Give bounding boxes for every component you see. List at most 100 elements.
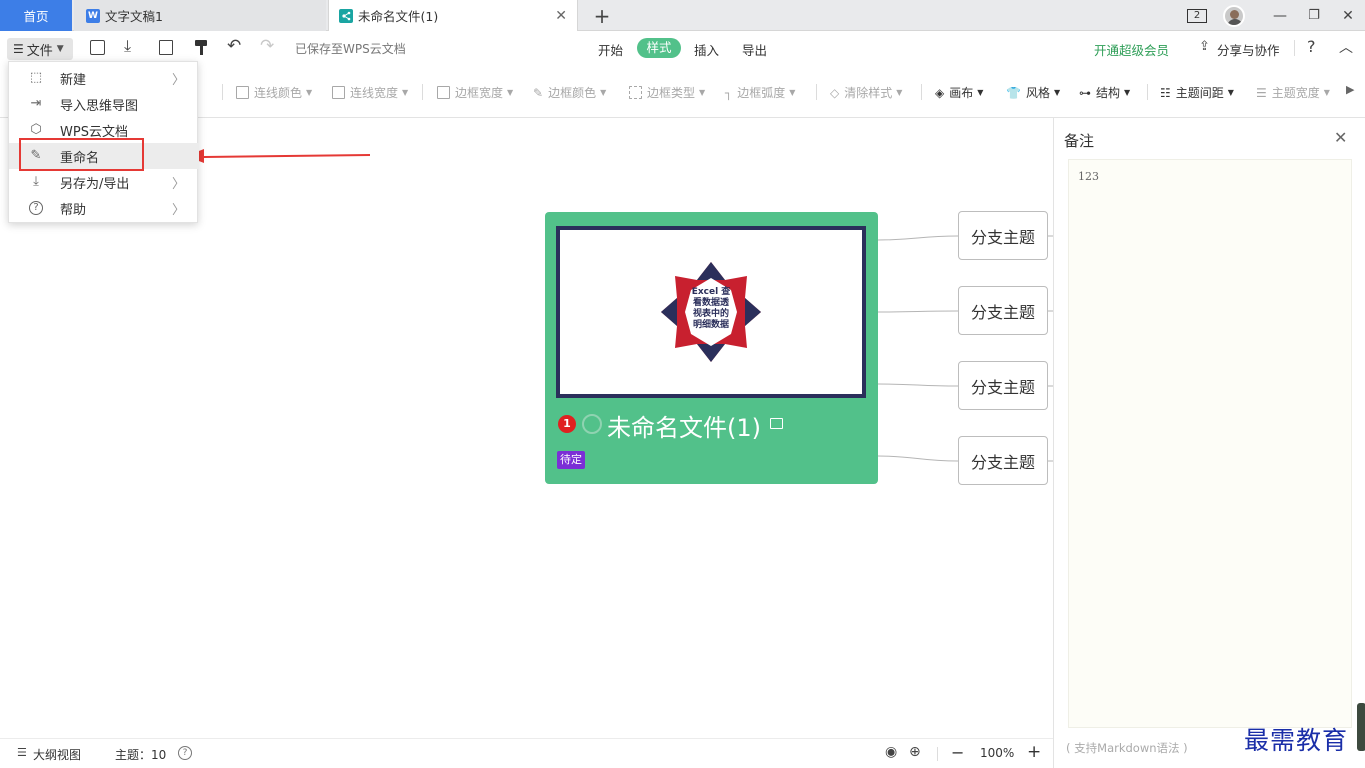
new-tab-button[interactable]: + <box>590 0 614 31</box>
eye-icon[interactable]: ◉ <box>885 744 897 760</box>
menu-item-label: WPS云文档 <box>60 124 128 140</box>
outline-icon: ☰ <box>17 746 27 759</box>
image-caption-line: 看数据透 <box>692 298 729 308</box>
ribbon-tab-insert[interactable]: 插入 <box>694 40 719 59</box>
import-icon: ⇥ <box>30 96 42 111</box>
image-caption-line: Excel 查 <box>691 287 731 297</box>
format-painter-handle <box>200 46 203 55</box>
undo-icon[interactable]: ↶ <box>227 36 241 56</box>
topic-spacing-label: 主题间距 <box>1175 86 1224 100</box>
caret-down-icon: ▼ <box>699 88 706 97</box>
theme-style-label: 风格 <box>1025 86 1050 100</box>
topic-spacing-button[interactable]: ☷ 主题间距 ▼ <box>1160 84 1234 101</box>
clear-style-button[interactable]: ◇ 清除样式 ▼ <box>830 84 902 101</box>
menu-item-save-as[interactable]: ⤓ 另存为/导出 〉 <box>9 169 199 195</box>
notes-hint: ( 支持Markdown语法 ) <box>1066 741 1188 755</box>
zoom-in-button[interactable]: + <box>1027 742 1041 762</box>
file-menu-button[interactable]: ☰ 文件 ▼ <box>7 38 73 60</box>
toolbar-divider <box>816 84 817 100</box>
branch-topic[interactable]: 分支主题 <box>958 211 1048 260</box>
tag-badge[interactable]: 待定 <box>557 451 585 469</box>
help-button[interactable]: ? <box>1307 37 1316 56</box>
priority-badge[interactable]: 1 <box>558 415 576 433</box>
vip-link[interactable]: 开通超级会员 <box>1094 40 1169 59</box>
close-icon[interactable]: ✕ <box>1334 128 1347 147</box>
border-width-icon <box>437 86 450 99</box>
tab-document[interactable]: W 文字文稿1 <box>74 0 326 31</box>
menu-item-help[interactable]: ? 帮助 〉 <box>9 195 199 221</box>
notes-textarea[interactable]: 123 <box>1068 159 1352 728</box>
theme-style-button[interactable]: 👕 风格 ▼ <box>1006 84 1060 101</box>
zoom-out-button[interactable]: − <box>951 743 964 762</box>
download-icon[interactable]: ⤓ <box>124 36 131 56</box>
caret-down-icon: ▼ <box>1227 88 1234 97</box>
download-icon: ⤓ <box>33 174 39 189</box>
cloud-icon: ⬡ <box>30 122 42 137</box>
structure-button[interactable]: ⊶ 结构 ▼ <box>1079 84 1130 101</box>
help-icon: ? <box>29 201 43 215</box>
border-color-button[interactable]: ✎ 边框颜色 ▼ <box>533 84 606 101</box>
branch-topic[interactable]: 分支主题 <box>958 361 1048 410</box>
root-topic-title: 未命名文件(1) <box>607 414 761 442</box>
menu-item-label: 新建 <box>60 72 87 88</box>
canvas-button[interactable]: ◈ 画布 ▼ <box>935 84 983 101</box>
border-type-button[interactable]: 边框类型 ▼ <box>629 84 705 101</box>
toolbar-divider <box>1294 40 1295 56</box>
border-width-label: 边框宽度 <box>455 86 504 100</box>
locate-icon[interactable]: ⊕ <box>909 744 921 760</box>
window-controls: 2 — ❐ ✕ <box>1187 0 1365 31</box>
structure-icon: ⊶ <box>1079 85 1091 100</box>
redo-icon[interactable]: ↷ <box>260 36 274 56</box>
caret-down-icon: ▼ <box>402 88 409 97</box>
branch-topic-label: 分支主题 <box>970 377 1035 397</box>
new-file-icon: ⬚ <box>29 70 43 85</box>
share-button[interactable]: 分享与协作 <box>1217 40 1280 59</box>
close-tab-icon[interactable]: ✕ <box>555 8 567 24</box>
menu-item-import[interactable]: ⇥ 导入思维导图 <box>9 91 199 117</box>
line-width-label: 连线宽度 <box>350 86 399 100</box>
note-icon[interactable] <box>770 418 783 429</box>
paint-bucket-icon: ◈ <box>935 85 945 100</box>
export-icon[interactable] <box>159 40 173 55</box>
image-caption-line: 视表中的 <box>692 309 729 319</box>
save-status: 已保存至WPS云文档 <box>295 42 406 56</box>
border-radius-button[interactable]: ┐ 边框弧度 ▼ <box>725 84 795 101</box>
notes-content: 123 <box>1078 170 1099 183</box>
toolbar-divider <box>921 84 922 100</box>
toolbar-scroll-right-icon[interactable]: ▶ <box>1346 83 1354 96</box>
tab-mindmap[interactable]: 未命名文件(1) ✕ <box>328 0 578 31</box>
menu-item-new[interactable]: ⬚ 新建 〉 <box>9 65 199 91</box>
shirt-icon: 👕 <box>1006 85 1021 100</box>
outline-view-button[interactable]: 大纲视图 <box>33 746 81 763</box>
chevron-down-icon: ▼ <box>56 44 64 54</box>
border-type-label: 边框类型 <box>647 86 696 100</box>
progress-icon[interactable] <box>582 414 602 434</box>
collapse-toolbar-icon[interactable]: ︿ <box>1339 37 1353 57</box>
ribbon-tab-export[interactable]: 导出 <box>742 40 767 59</box>
branch-topic[interactable]: 分支主题 <box>958 436 1048 485</box>
structure-label: 结构 <box>1096 86 1121 100</box>
ribbon-tab-style[interactable]: 样式 <box>637 38 681 58</box>
line-color-button[interactable]: 连线颜色 ▼ <box>236 84 312 101</box>
topic-width-button[interactable]: ☰ 主题宽度 ▼ <box>1256 84 1330 101</box>
chevron-right-icon: 〉 <box>171 202 185 218</box>
toolbar-divider <box>937 747 938 761</box>
root-topic[interactable]: Excel 查 看数据透 视表中的 明细数据 1 未命名文件(1) 待定 <box>545 212 878 484</box>
border-width-button[interactable]: 边框宽度 ▼ <box>437 84 513 101</box>
clear-style-label: 清除样式 <box>844 86 893 100</box>
help-icon[interactable]: ? <box>178 746 192 760</box>
minimize-icon[interactable]: — <box>1263 8 1297 24</box>
save-icon[interactable] <box>90 40 105 55</box>
avatar[interactable] <box>1223 4 1245 27</box>
ribbon-tab-start[interactable]: 开始 <box>598 40 623 59</box>
caret-down-icon: ▼ <box>896 88 903 97</box>
topic-image[interactable]: Excel 查 看数据透 视表中的 明细数据 <box>556 226 866 398</box>
tab-home[interactable]: 首页 <box>0 0 72 31</box>
close-window-icon[interactable]: ✕ <box>1331 8 1365 24</box>
restore-icon[interactable]: ❐ <box>1297 8 1331 23</box>
line-color-label: 连线颜色 <box>254 86 303 100</box>
branch-topic[interactable]: 分支主题 <box>958 286 1048 335</box>
scroll-handle[interactable] <box>1357 703 1365 751</box>
line-width-button[interactable]: 连线宽度 ▼ <box>332 84 408 101</box>
window-count-badge[interactable]: 2 <box>1187 8 1207 23</box>
